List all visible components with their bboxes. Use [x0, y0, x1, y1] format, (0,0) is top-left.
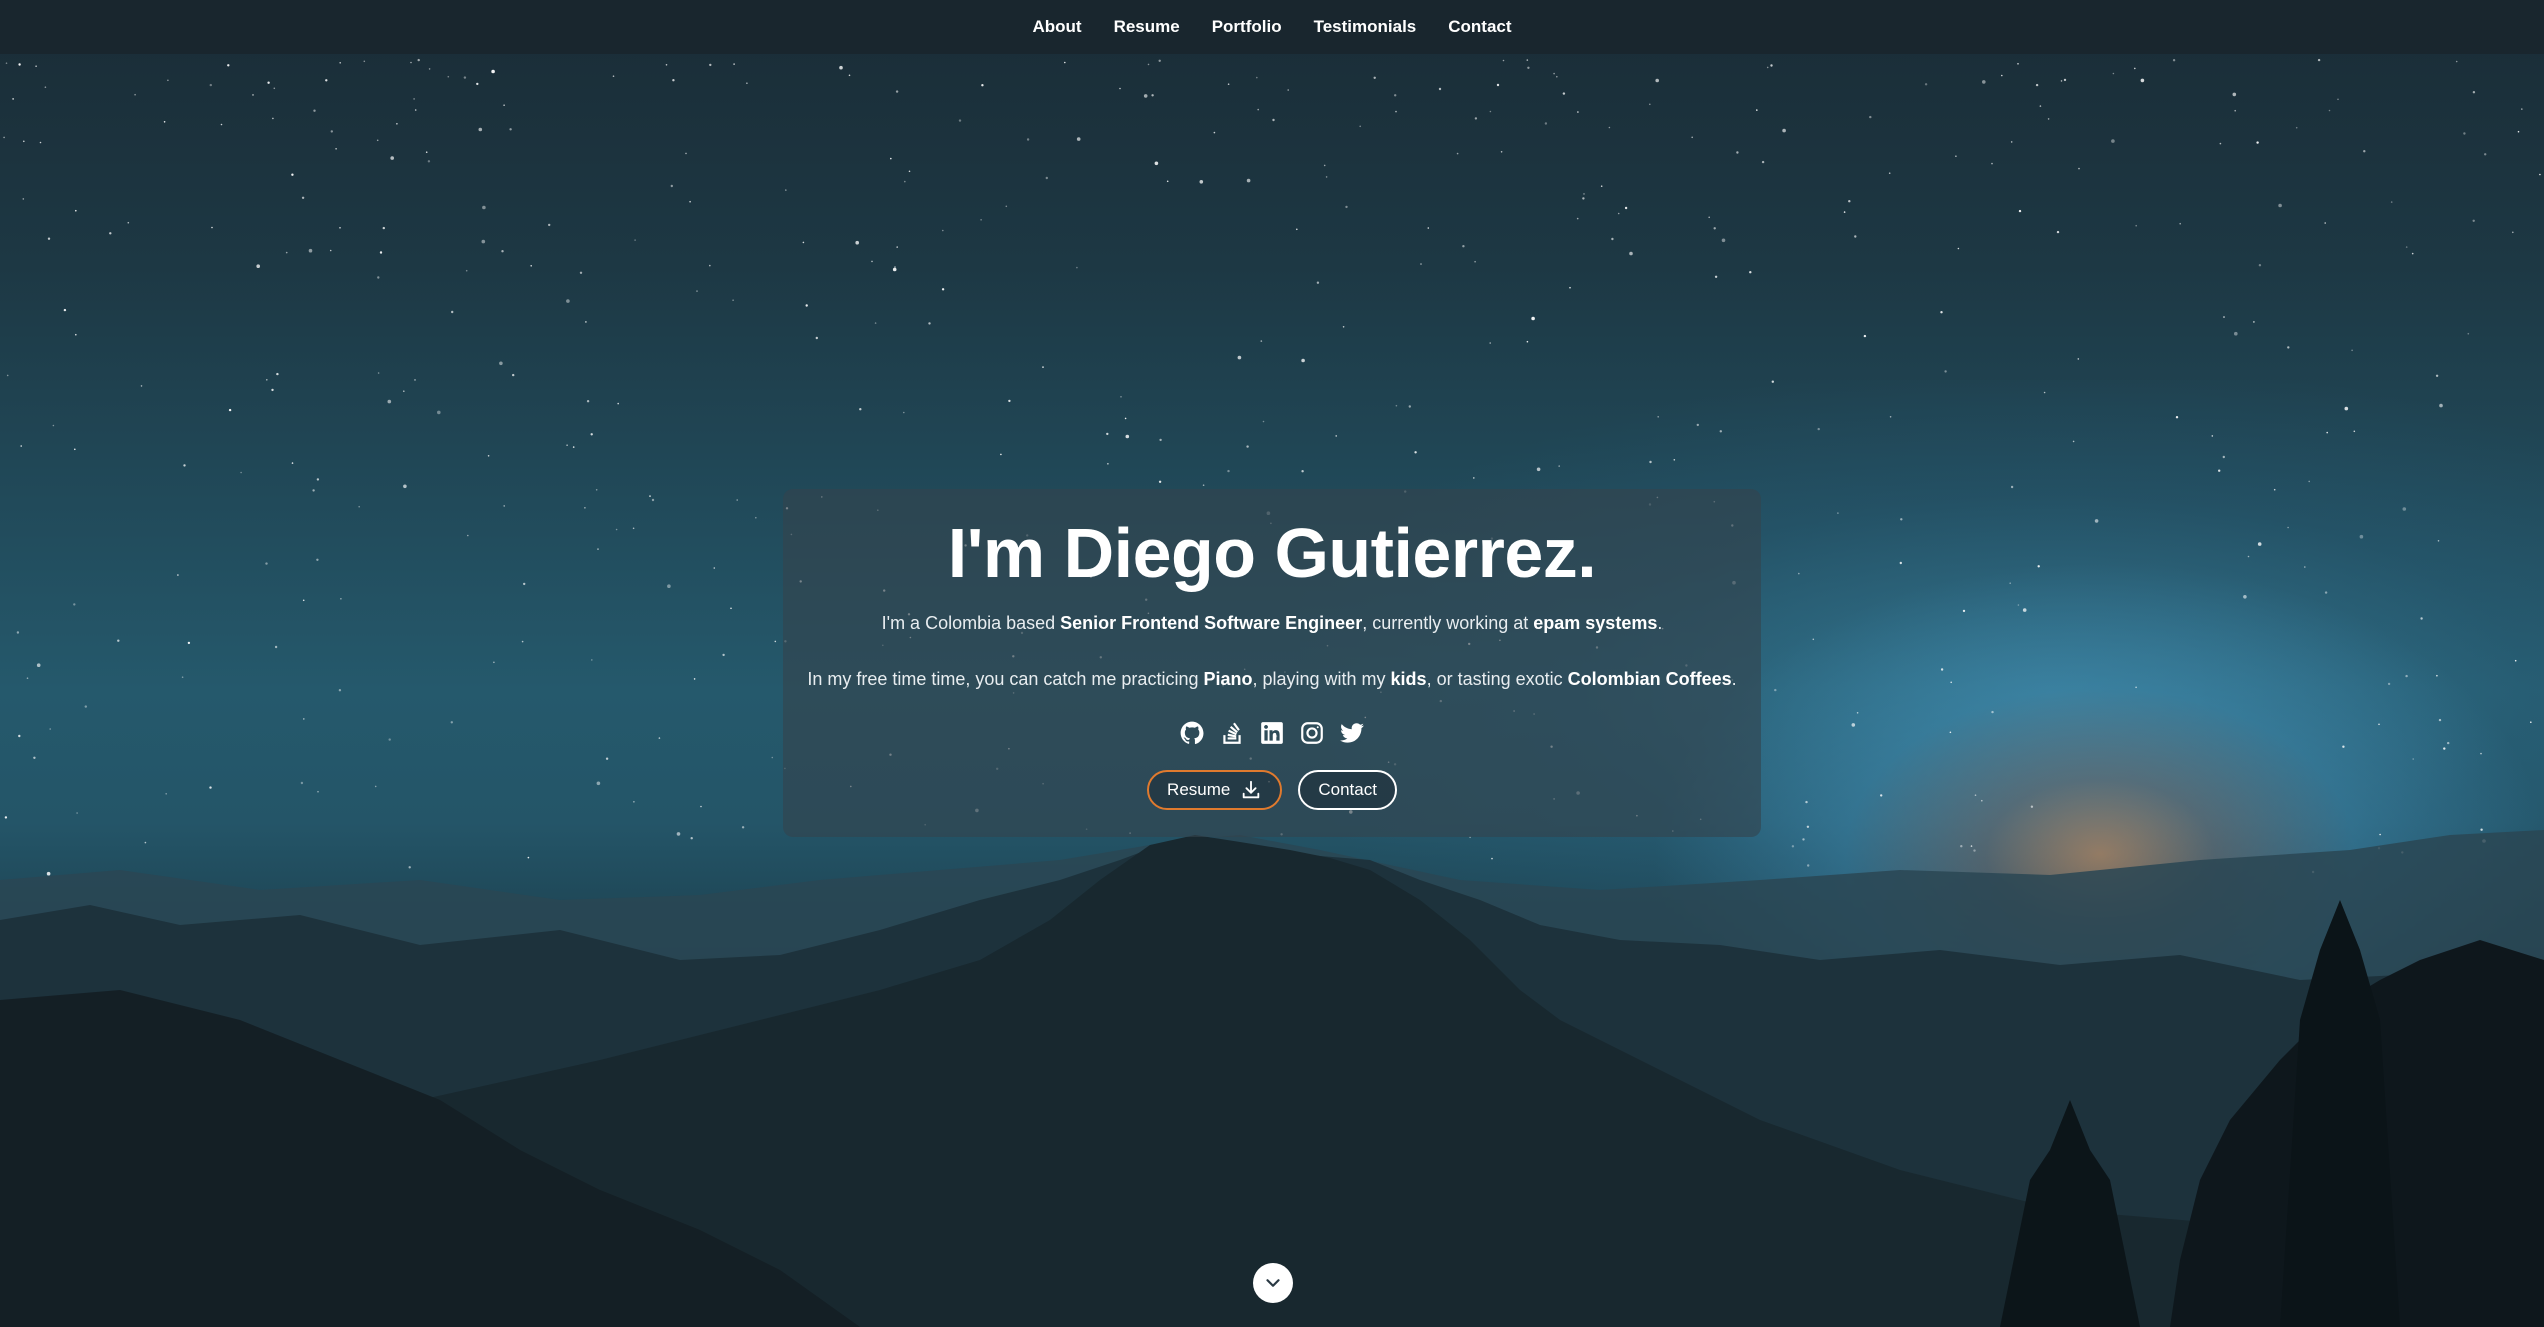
- hobby-coffee: Colombian Coffees: [1567, 669, 1732, 689]
- intro-part1: I'm a Colombia based: [881, 613, 1061, 633]
- intro-part2: , currently working at: [1362, 613, 1534, 633]
- hobbies-part4: .: [1731, 669, 1737, 689]
- nav-resume[interactable]: Resume: [1114, 17, 1180, 37]
- linkedin-icon[interactable]: [1259, 720, 1285, 746]
- nav-portfolio[interactable]: Portfolio: [1212, 17, 1282, 37]
- nav-about[interactable]: About: [1032, 17, 1081, 37]
- top-navbar: About Resume Portfolio Testimonials Cont…: [0, 0, 2544, 54]
- github-icon[interactable]: [1179, 720, 1205, 746]
- download-icon: [1240, 779, 1262, 801]
- social-links: [783, 720, 1761, 746]
- twitter-icon[interactable]: [1339, 720, 1365, 746]
- hobbies-text: In my free time time, you can catch me p…: [783, 669, 1761, 690]
- intro-card: I'm Diego Gutierrez. I'm a Colombia base…: [783, 489, 1761, 837]
- resume-button-label: Resume: [1167, 780, 1231, 799]
- contact-button[interactable]: Contact: [1298, 770, 1397, 810]
- nav-contact[interactable]: Contact: [1448, 17, 1511, 37]
- hobbies-part1: In my free time time, you can catch me p…: [807, 669, 1204, 689]
- chevron-down-icon: [1262, 1272, 1284, 1294]
- scroll-down-button[interactable]: [1253, 1263, 1293, 1303]
- instagram-icon[interactable]: [1299, 720, 1325, 746]
- nav-testimonials[interactable]: Testimonials: [1314, 17, 1417, 37]
- intro-text: I'm a Colombia based Senior Frontend Sof…: [783, 613, 1761, 634]
- page-title: I'm Diego Gutierrez.: [947, 514, 1597, 592]
- contact-button-label: Contact: [1318, 780, 1377, 799]
- hobby-kids: kids: [1390, 669, 1427, 689]
- hobby-piano: Piano: [1203, 669, 1253, 689]
- cta-buttons: Resume Contact: [783, 770, 1761, 810]
- resume-button[interactable]: Resume: [1147, 770, 1283, 810]
- stackoverflow-icon[interactable]: [1219, 720, 1245, 746]
- hobbies-part3: , or tasting exotic: [1426, 669, 1568, 689]
- intro-part3: .: [1657, 613, 1663, 633]
- hobbies-part2: , playing with my: [1252, 669, 1391, 689]
- hero-section: About Resume Portfolio Testimonials Cont…: [0, 0, 2544, 1327]
- intro-role: Senior Frontend Software Engineer: [1060, 613, 1363, 633]
- intro-company: epam systems: [1533, 613, 1658, 633]
